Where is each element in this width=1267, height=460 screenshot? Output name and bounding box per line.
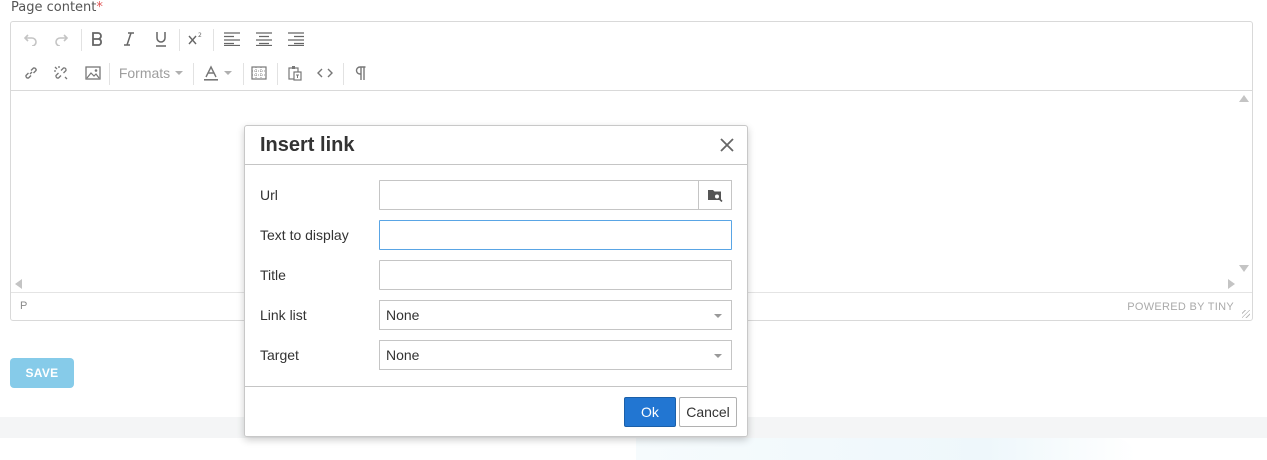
link-icon [25,67,37,79]
target-label: Target [260,347,299,363]
align-center-icon [256,32,272,46]
bold-button[interactable] [85,26,109,52]
text-color-button[interactable] [197,60,237,86]
paste-icon [288,66,302,81]
unlink-icon [54,66,68,80]
code-icon [317,68,333,78]
resize-handle-icon[interactable] [1242,310,1250,318]
toolbar-divider [11,90,1252,91]
unlink-button[interactable] [49,60,73,86]
paragraph-icon [355,66,366,80]
text-to-display-input[interactable] [379,220,732,250]
target-row: Target None [245,340,747,370]
dialog-title: Insert link [260,134,355,156]
dialog-header: Insert link [245,126,747,165]
text-to-display-label: Text to display [260,227,349,243]
text-to-display-row: Text to display [245,220,747,250]
link-list-label: Link list [260,307,307,323]
target-value: None [386,347,420,363]
chevron-down-icon [714,314,722,318]
link-list-select[interactable]: None [379,300,732,330]
formats-dropdown[interactable]: Formats [115,60,187,86]
close-icon [720,138,734,152]
italic-button[interactable] [117,26,141,52]
toolbar-separator [109,63,110,85]
align-right-icon [288,32,304,46]
target-select[interactable]: None [379,340,732,370]
dialog-footer: Ok Cancel [245,386,747,436]
redo-icon [55,34,68,46]
superscript-icon: 2 [188,32,202,45]
align-right-button[interactable] [283,26,309,52]
cancel-button[interactable]: Cancel [679,397,737,427]
source-code-button[interactable] [313,60,337,86]
svg-text:2: 2 [198,32,202,39]
toolbar-separator [277,63,278,85]
table-button[interactable] [247,60,271,86]
link-list-row: Link list None [245,300,747,330]
powered-by-tiny[interactable]: POWERED BY TINY [1127,301,1234,313]
url-label: Url [260,187,278,203]
element-path[interactable]: P [20,300,27,312]
toolbar-separator [81,29,82,51]
scroll-right-arrow-icon[interactable] [1228,279,1235,289]
image-icon [85,66,101,80]
title-label: Title [260,267,286,283]
footer-decoration [636,438,1136,460]
scroll-up-arrow-icon[interactable] [1239,95,1249,102]
scroll-down-arrow-icon[interactable] [1239,265,1249,272]
scroll-left-arrow-icon[interactable] [15,279,22,289]
close-button[interactable] [719,137,735,153]
undo-button[interactable] [19,26,43,52]
align-left-icon [224,32,240,46]
toolbar-separator [193,63,194,85]
url-input[interactable] [379,180,699,210]
page-content-label-text: Page content [11,0,97,15]
superscript-button[interactable]: 2 [183,26,207,52]
table-icon [251,66,267,80]
underline-button[interactable] [149,26,173,52]
browse-button[interactable] [698,180,732,210]
align-center-button[interactable] [251,26,277,52]
underline-icon [156,32,166,47]
chevron-down-icon [175,71,184,75]
paste-button[interactable] [283,60,307,86]
folder-search-icon [708,190,723,202]
title-row: Title [245,260,747,290]
ok-button[interactable]: Ok [624,397,676,427]
toolbar-row-1: 2 [11,22,1252,56]
toolbar-row-2: Formats [11,56,1252,90]
insert-link-button[interactable] [19,60,43,86]
chevron-down-icon [714,354,722,358]
toolbar-separator [179,29,180,51]
align-left-button[interactable] [219,26,245,52]
url-row: Url [245,180,747,210]
insert-link-dialog: Insert link Url Text to display Title Li… [244,125,748,437]
page-content-label: Page content* [11,0,103,15]
bold-icon [92,32,102,46]
toolbar-separator [243,63,244,85]
undo-icon [24,34,37,46]
redo-button[interactable] [49,26,73,52]
save-button[interactable]: SAVE [10,358,74,388]
title-input[interactable] [379,260,732,290]
text-color-icon [203,65,218,81]
italic-icon [124,32,134,46]
formats-label: Formats [118,65,171,81]
insert-image-button[interactable] [81,60,105,86]
toolbar-separator [343,63,344,85]
chevron-down-icon [223,71,232,75]
toolbar-separator [213,29,214,51]
required-mark: * [96,0,103,15]
link-list-value: None [386,307,420,323]
show-blocks-button[interactable] [349,60,373,86]
